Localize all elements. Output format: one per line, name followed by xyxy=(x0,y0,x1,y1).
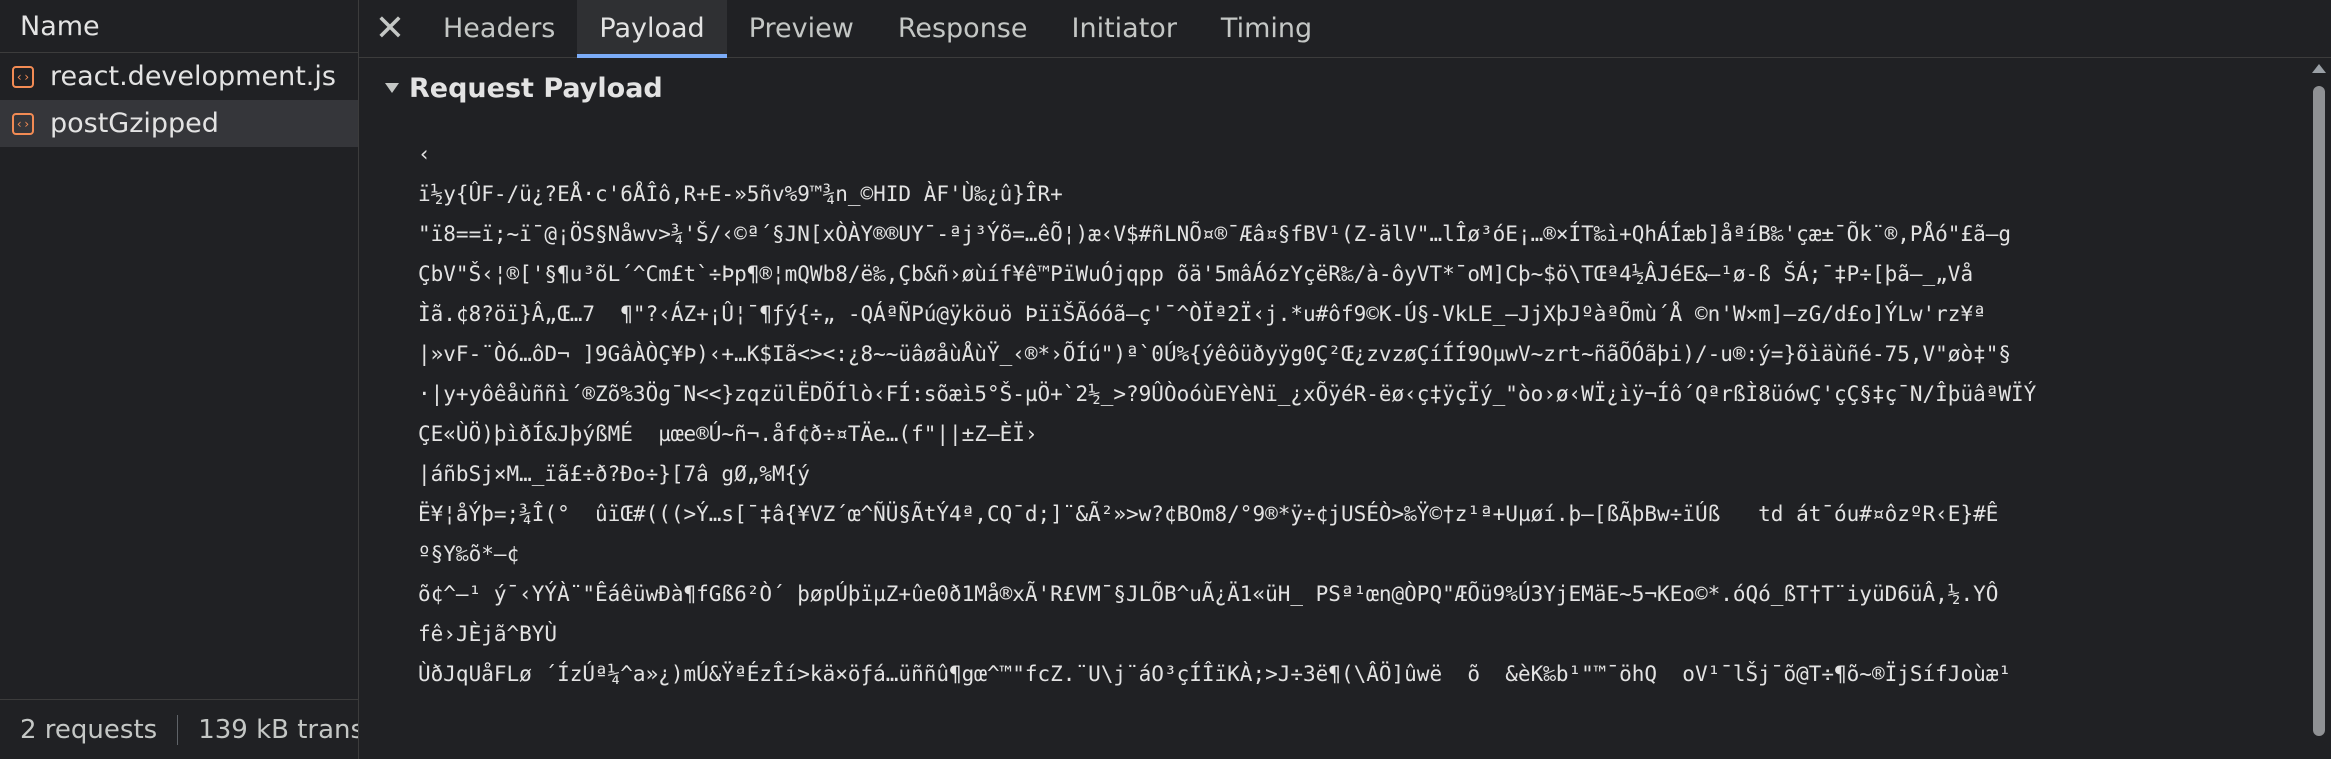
request-details-panel: ✕ Headers Payload Preview Response Initi… xyxy=(359,0,2331,759)
payload-line: ‹ xyxy=(418,142,431,166)
tab-response[interactable]: Response xyxy=(876,0,1050,57)
payload-line: ·|y+yôêåùññì´®Zõ%3Ög¯N<<}zqzülËDÕÍlò‹FÍ:… xyxy=(418,382,2037,406)
close-icon[interactable]: ✕ xyxy=(359,0,421,57)
vertical-scrollbar[interactable] xyxy=(2307,58,2331,759)
code-file-icon: ‹› xyxy=(12,65,34,88)
payload-line: fê›JÈjã^BYÙ xyxy=(418,622,558,646)
status-bar: 2 requests 139 kB transf xyxy=(0,699,358,759)
request-payload-title: Request Payload xyxy=(409,72,663,104)
scroll-up-arrow-icon[interactable] xyxy=(2312,64,2326,73)
scrollbar-thumb[interactable] xyxy=(2313,86,2325,736)
request-item-postgzipped[interactable]: ‹› postGzipped xyxy=(0,100,358,147)
tab-headers[interactable]: Headers xyxy=(421,0,577,57)
request-count: 2 requests xyxy=(0,714,179,745)
triangle-down-icon xyxy=(385,83,399,93)
tab-payload[interactable]: Payload xyxy=(577,0,728,58)
payload-content: Request Payload ‹ ï½y{ÛF-/ü¿?EÅ·c'6ÅÎô,R… xyxy=(359,58,2307,759)
payload-line: õ¢^—¹ ý¯‹YÝÀ¨"ÊáêüwÐà¶fGß6²Ò´ þøpÚþïµZ+û… xyxy=(418,582,1999,606)
request-item-label: react.development.js xyxy=(50,61,336,92)
tab-preview[interactable]: Preview xyxy=(727,0,876,57)
payload-line: ï½y{ÛF-/ü¿?EÅ·c'6ÅÎô,R+E-»5ñv%9™¾n_©HID … xyxy=(418,182,1063,206)
request-list-panel: Name ‹› react.development.js ‹› postGzip… xyxy=(0,0,359,759)
payload-line: |»vF-¨Òó…ôD¬ ]9GâÀÒÇ¥Þ)‹+…K$Iã<><:¿8~~üâ… xyxy=(418,342,2012,366)
tab-initiator[interactable]: Initiator xyxy=(1050,0,1199,57)
name-column-header-label: Name xyxy=(20,10,100,42)
payload-line: "ï8==ï;~ï¯@¡ÖS§Nåwv>¾'Š/‹©ª´§JN[xÒÀY®®UY… xyxy=(418,222,2012,246)
code-file-icon: ‹› xyxy=(12,112,34,135)
payload-line: ÇbV"Š‹¦®['§¶u³õL´^Cm£t`÷Þp¶®¦mQWb8/ë‰,Çb… xyxy=(418,262,1974,286)
payload-line: º§Y‰õ*—¢ xyxy=(418,542,520,566)
details-tab-bar: ✕ Headers Payload Preview Response Initi… xyxy=(359,0,2331,58)
request-item-react-development[interactable]: ‹› react.development.js xyxy=(0,53,358,100)
payload-body: ‹ ï½y{ÛF-/ü¿?EÅ·c'6ÅÎô,R+E-»5ñv%9™¾n_©HI… xyxy=(359,118,2307,694)
payload-line: Ìã.¢8?öï}Â„Œ…7 ¶"?‹ÁZ+¡Û¦¯¶ƒý{÷„ -QÁªÑPú… xyxy=(418,302,1986,326)
payload-line: ÇE«ÙÖ)þìðÍ&JþýßMÉ µœe®Ú~ñ¬.åf¢ð÷¤TÄe…(f"… xyxy=(418,422,1038,446)
transfer-size: 139 kB transf xyxy=(198,714,358,745)
payload-line: Ë¥¦åÝþ=;¾Î(° ûïŒ#(((>Ý…s[¯‡â{¥VZ´œ^ÑÜ§Ãt… xyxy=(418,502,1999,526)
request-payload-toggle[interactable]: Request Payload xyxy=(359,58,2307,118)
name-column-header[interactable]: Name xyxy=(0,0,358,53)
tab-timing[interactable]: Timing xyxy=(1199,0,1334,57)
payload-line: ÙðJqUåFLø ´ÍzÚª¼^a»¿)mÚ&ŸªÉzÎí>kä×öƒá…üñ… xyxy=(418,662,2012,686)
request-item-label: postGzipped xyxy=(50,108,219,139)
payload-line: |áñbSj×M…_ïã£÷ð?Ðo÷}[7â gØ„%M{ý xyxy=(418,462,810,486)
